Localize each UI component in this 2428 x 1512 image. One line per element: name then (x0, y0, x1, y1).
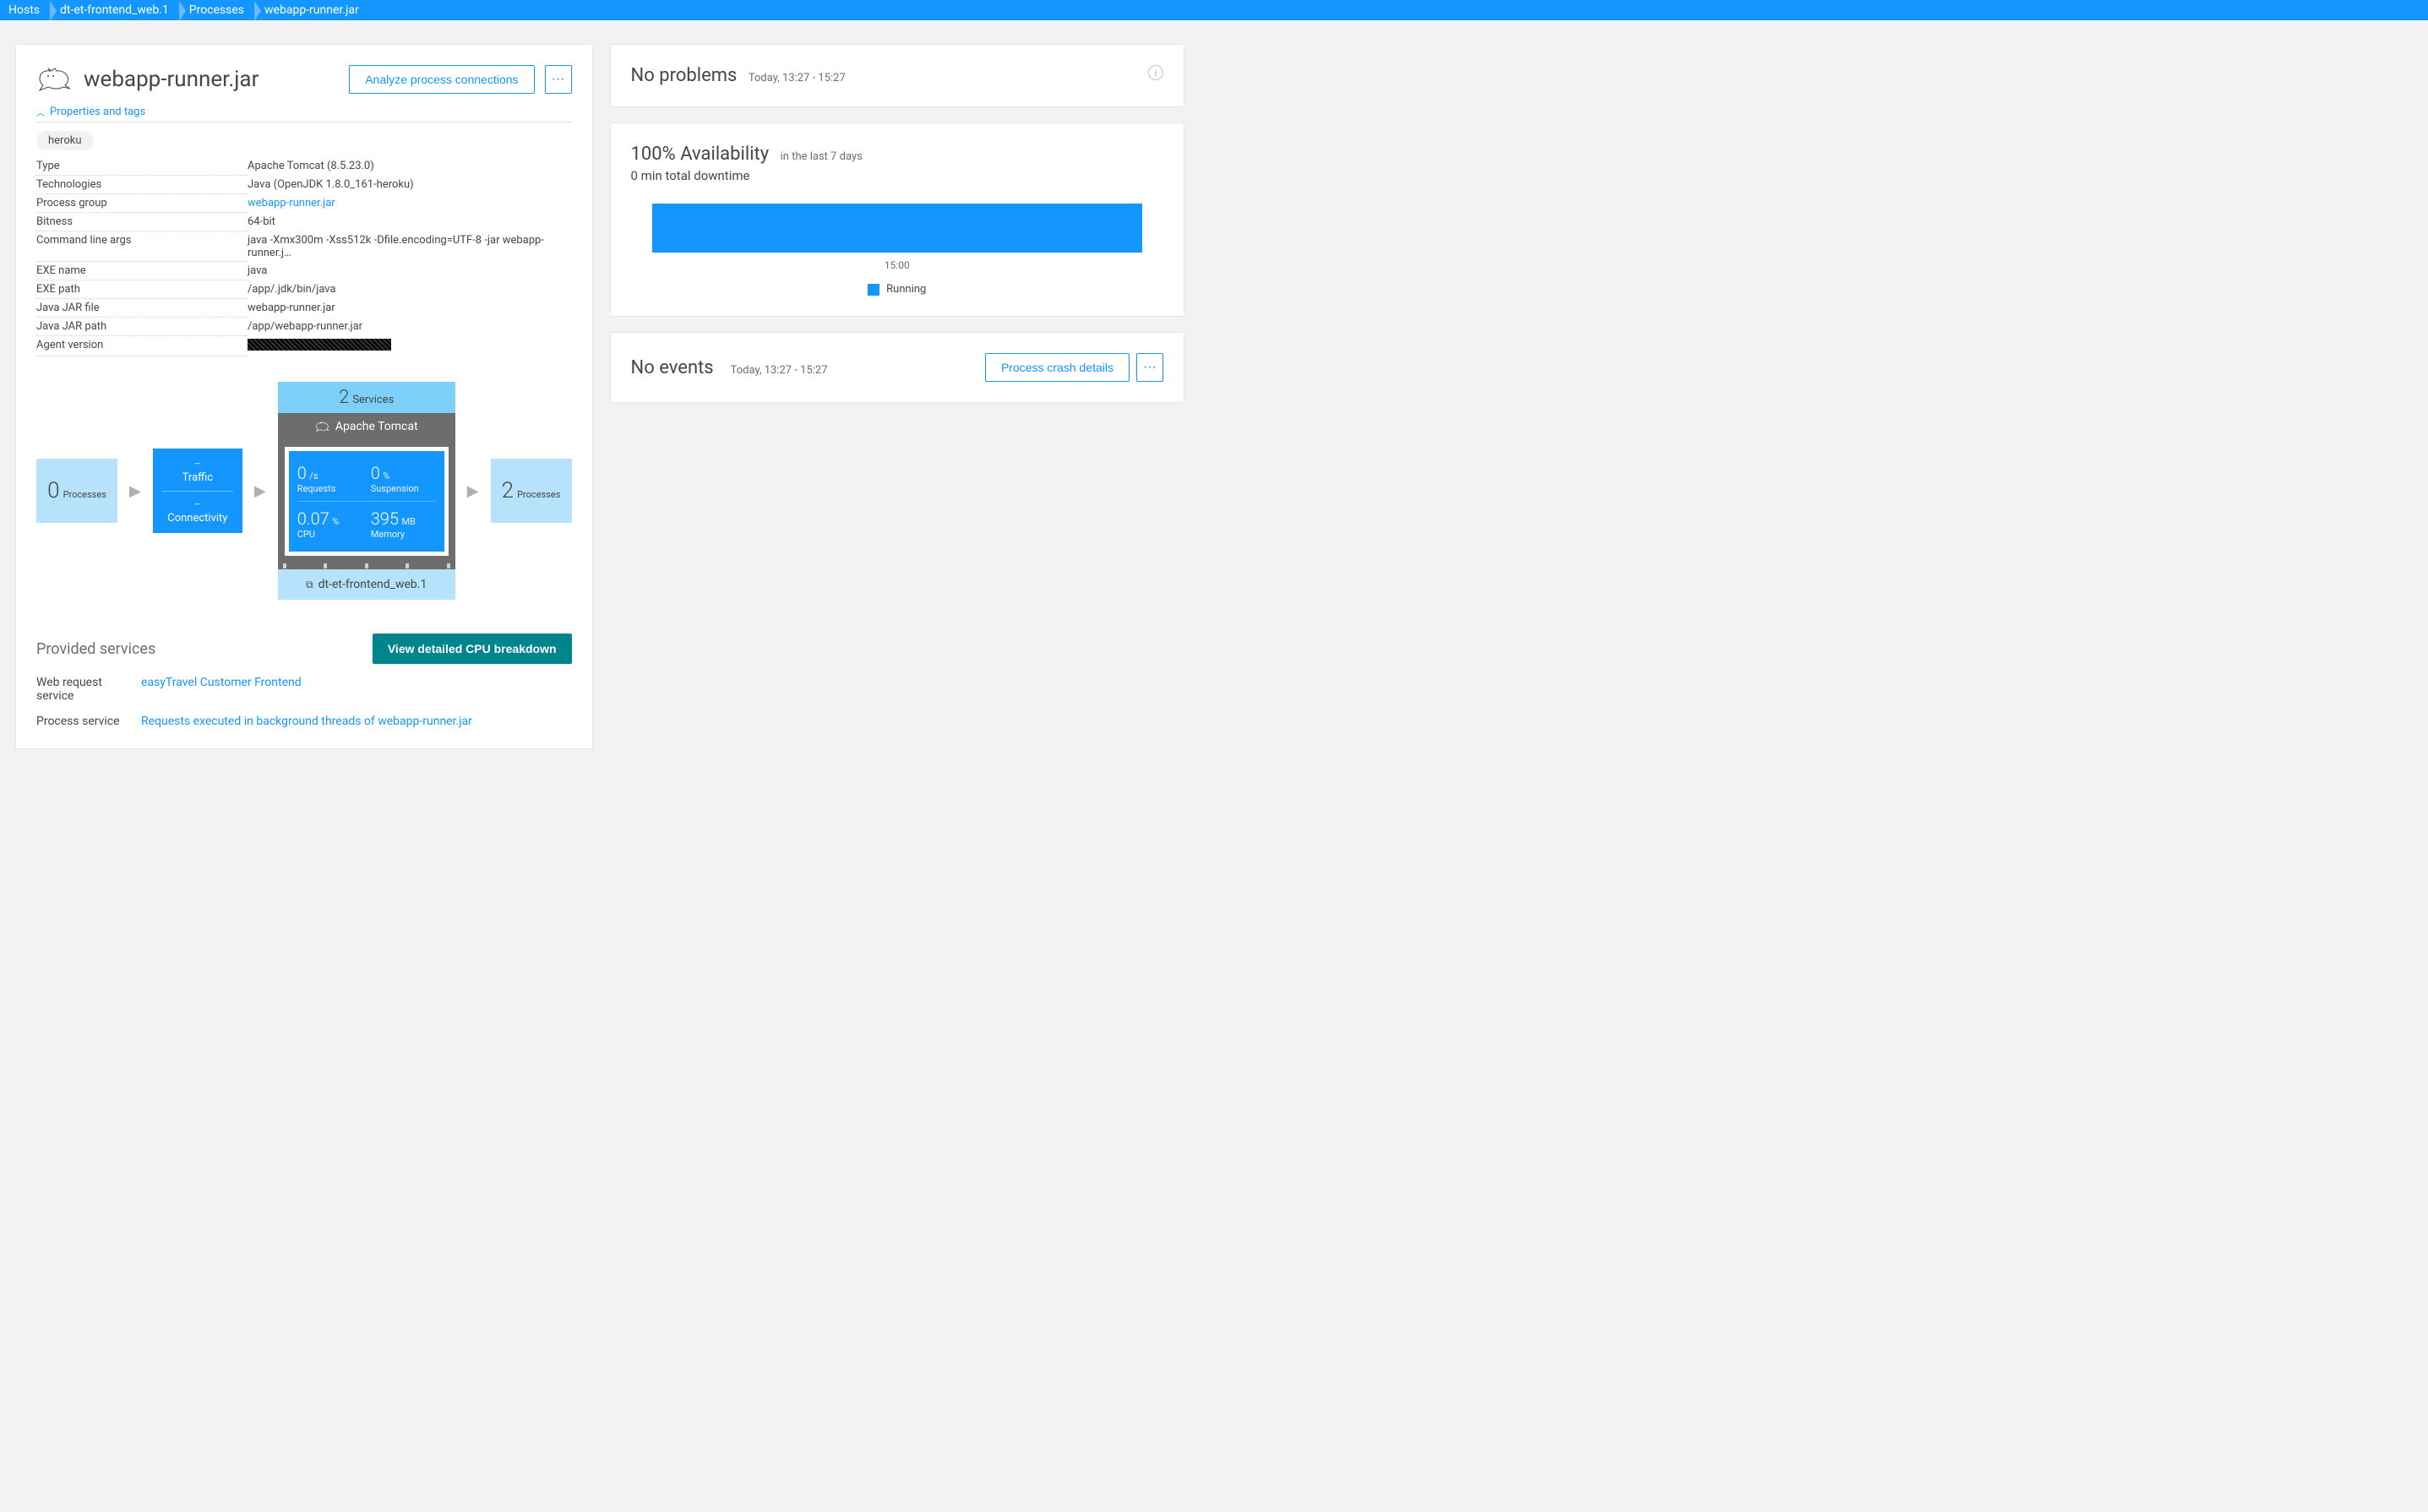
process-group-link[interactable]: webapp-runner.jar (248, 197, 335, 209)
redacted-value (248, 339, 391, 351)
problems-title: No problems (631, 65, 738, 86)
availability-card: 100% Availability in the last 7 days 0 m… (610, 122, 1184, 317)
service-row: Process service Requests executed in bac… (36, 715, 572, 728)
arrow-right-icon: ▶ (254, 482, 266, 500)
prop-row: EXE namejava (36, 262, 572, 280)
stripe-decor (278, 563, 455, 569)
process-details-card: webapp-runner.jar Analyze process connec… (15, 44, 593, 749)
traffic-connectivity-tile[interactable]: – Traffic – Connectivity (153, 449, 242, 533)
service-row: Web request service easyTravel Customer … (36, 676, 572, 703)
prop-row: Process groupwebapp-runner.jar (36, 194, 572, 213)
prop-row: Command line argsjava -Xmx300m -Xss512k … (36, 231, 572, 262)
chevron-up-icon: ︿ (36, 106, 45, 118)
analyze-connections-button[interactable]: Analyze process connections (349, 65, 534, 94)
cpu-breakdown-button[interactable]: View detailed CPU breakdown (373, 634, 572, 664)
problems-card: i No problems Today, 13:27 - 15:27 (610, 44, 1184, 107)
more-actions-button[interactable]: ··· (545, 65, 572, 94)
legend-color-icon (868, 284, 879, 296)
tomcat-label-bar: Apache Tomcat (278, 413, 455, 440)
problems-timerange: Today, 13:27 - 15:27 (749, 72, 846, 84)
incoming-processes-tile[interactable]: 0Processes (36, 459, 117, 523)
info-icon[interactable]: i (1148, 65, 1163, 80)
downtime-text: 0 min total downtime (631, 168, 1163, 183)
breadcrumb-item[interactable]: Hosts (0, 1, 52, 19)
arrow-right-icon: ▶ (129, 482, 141, 500)
events-timerange: Today, 13:27 - 15:27 (731, 364, 828, 377)
events-card: No events Today, 13:27 - 15:27 Process c… (610, 332, 1184, 403)
outgoing-processes-tile[interactable]: 2Processes (491, 459, 572, 523)
breadcrumb-item[interactable]: Processes (181, 1, 256, 19)
prop-row: EXE path/app/.jdk/bin/java (36, 280, 572, 299)
chart-legend: Running (631, 283, 1163, 296)
breadcrumb: Hosts dt-et-frontend_web.1 Processes web… (0, 0, 2428, 20)
prop-row: Agent version (36, 336, 572, 356)
provided-services-heading: Provided services (36, 640, 172, 658)
page-title: webapp-runner.jar (84, 67, 339, 92)
prop-row: TechnologiesJava (OpenJDK 1.8.0_161-hero… (36, 176, 572, 194)
metrics-grid: 0 /sRequests 0 %Suspension 0.07 %CPU 395… (285, 447, 449, 556)
process-crash-details-button[interactable]: Process crash details (985, 353, 1130, 382)
prop-row: Bitness64-bit (36, 213, 572, 231)
availability-title: 100% Availability (631, 144, 770, 165)
prop-row: TypeApache Tomcat (8.5.23.0) (36, 157, 572, 176)
tomcat-icon (36, 67, 73, 92)
events-more-button[interactable]: ··· (1136, 353, 1163, 382)
provided-services-section: Provided services View detailed CPU brea… (36, 634, 572, 728)
host-link-bar[interactable]: ⧉ dt-et-frontend_web.1 (278, 569, 455, 600)
prop-row: Java JAR filewebapp-runner.jar (36, 299, 572, 318)
services-header: 2Services (278, 382, 455, 413)
process-tile[interactable]: 2Services Apache Tomcat 0 /sRequests 0 %… (278, 382, 455, 600)
properties-toggle[interactable]: ︿ Properties and tags (36, 106, 572, 122)
service-link[interactable]: Requests executed in background threads … (141, 715, 472, 728)
availability-chart: 15:00 Running (631, 204, 1163, 296)
external-link-icon: ⧉ (306, 579, 313, 591)
availability-bar (652, 204, 1142, 253)
tag-heroku[interactable]: heroku (36, 131, 94, 150)
events-title: No events (631, 357, 714, 378)
prop-row: Java JAR path/app/webapp-runner.jar (36, 318, 572, 336)
service-link[interactable]: easyTravel Customer Frontend (141, 676, 302, 703)
chart-axis-label: 15:00 (631, 259, 1163, 271)
breadcrumb-item[interactable]: webapp-runner.jar (256, 1, 371, 19)
properties-table: TypeApache Tomcat (8.5.23.0) Technologie… (36, 157, 572, 356)
arrow-right-icon: ▶ (467, 482, 479, 500)
availability-range: in the last 7 days (781, 150, 863, 163)
process-flow-diagram: 0Processes ▶ – Traffic – Connectivity ▶ … (36, 382, 572, 600)
breadcrumb-item[interactable]: dt-et-frontend_web.1 (52, 1, 181, 19)
tomcat-icon (315, 421, 330, 432)
